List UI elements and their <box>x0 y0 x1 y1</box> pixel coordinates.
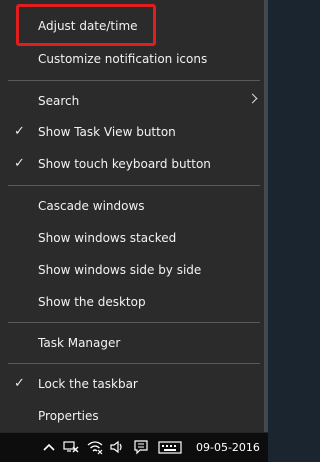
menu-item-label: Show touch keyboard button <box>38 157 211 171</box>
menu-item-label: Cascade windows <box>38 199 145 213</box>
checkmark-icon: ✓ <box>14 124 25 139</box>
menu-separator <box>8 185 260 186</box>
highlight-annotation <box>16 4 156 46</box>
menu-item-label: Show windows side by side <box>38 263 202 277</box>
checkmark-icon: ✓ <box>14 156 25 171</box>
menu-item-customize-notification-icons[interactable]: Customize notification icons <box>0 43 264 75</box>
keyboard-icon[interactable] <box>158 439 182 455</box>
menu-separator <box>8 363 260 364</box>
menu-item-show-desktop[interactable]: Show the desktop <box>0 286 264 318</box>
menu-item-label: Properties <box>38 409 99 423</box>
chevron-up-icon[interactable] <box>40 439 58 455</box>
menu-item-label: Customize notification icons <box>38 52 208 66</box>
menu-item-label: Search <box>38 94 80 108</box>
menu-item-show-windows-stacked[interactable]: Show windows stacked <box>0 222 264 254</box>
menu-item-show-windows-side-by-side[interactable]: Show windows side by side <box>0 254 264 286</box>
menu-separator <box>8 322 260 323</box>
taskbar-context-menu: Adjust date/time Customize notification … <box>0 0 265 432</box>
menu-item-show-task-view[interactable]: ✓ Show Task View button <box>0 116 264 148</box>
clock-date[interactable]: 09-05-2016 <box>196 433 260 462</box>
menu-item-show-touch-keyboard[interactable]: ✓ Show touch keyboard button <box>0 148 264 180</box>
menu-item-search[interactable]: Search <box>0 85 264 117</box>
wifi-icon[interactable] <box>86 439 104 455</box>
menu-item-label: Show windows stacked <box>38 231 177 245</box>
taskbar: 09-05-2016 <box>0 432 268 462</box>
menu-item-cascade-windows[interactable]: Cascade windows <box>0 190 264 222</box>
menu-item-task-manager[interactable]: Task Manager <box>0 327 264 359</box>
menu-item-properties[interactable]: Properties <box>0 400 264 432</box>
menu-item-label: Show the desktop <box>38 295 146 309</box>
menu-item-label: Task Manager <box>38 336 121 350</box>
network-disconnected-icon[interactable] <box>62 439 80 455</box>
action-center-icon[interactable] <box>132 439 150 455</box>
volume-icon[interactable] <box>108 439 126 455</box>
menu-item-label: Show Task View button <box>38 125 176 139</box>
checkmark-icon: ✓ <box>14 376 25 391</box>
menu-item-label: Lock the taskbar <box>38 377 138 391</box>
submenu-arrow-icon <box>247 93 258 104</box>
menu-item-lock-taskbar[interactable]: ✓ Lock the taskbar <box>0 368 264 400</box>
menu-separator <box>8 80 260 81</box>
